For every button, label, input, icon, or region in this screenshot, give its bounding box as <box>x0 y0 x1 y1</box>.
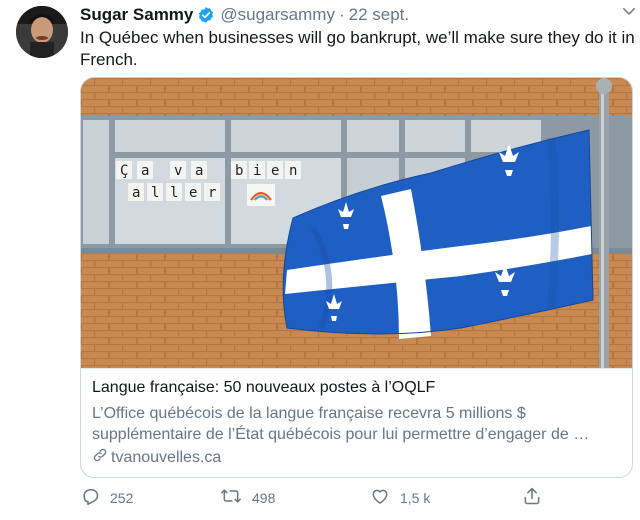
window-letter: n <box>289 163 297 179</box>
avatar-image <box>16 6 68 58</box>
share-icon <box>522 486 552 509</box>
tweet-text: In Québec when businesses will go bankru… <box>80 28 635 69</box>
link-icon <box>92 447 111 468</box>
reply-button[interactable]: 252 <box>80 486 133 509</box>
window-letter: i <box>253 163 261 179</box>
window-letter: e <box>189 185 197 201</box>
card-body: Langue française: 50 nouveaux postes à l… <box>81 368 632 477</box>
user-handle[interactable]: @sugarsammy <box>220 5 335 25</box>
tweet-header: Sugar Sammy @sugarsammy · 22 sept. <box>80 4 630 26</box>
tweet-actions: 252 498 1,5 k <box>80 486 600 512</box>
like-button[interactable]: 1,5 k <box>370 486 430 509</box>
separator-dot: · <box>338 5 345 24</box>
window-letter: b <box>235 163 243 179</box>
card-description: L’Office québécois de la langue français… <box>92 405 590 443</box>
retweet-button[interactable]: 498 <box>220 486 275 509</box>
window-letter: Ç <box>120 163 128 179</box>
window-letter: a <box>132 185 140 201</box>
reply-count: 252 <box>110 489 134 506</box>
window-letter: l <box>170 185 178 201</box>
avatar[interactable] <box>16 6 68 58</box>
card-domain: tvanouvelles.ca <box>92 447 221 468</box>
tweet-date[interactable]: 22 sept. <box>349 5 410 25</box>
window-letter: a <box>141 163 149 179</box>
link-card[interactable]: Ç a v a b i e n a l l e r Langue françai… <box>80 77 633 478</box>
window-letter: e <box>271 163 279 179</box>
retweet-icon <box>220 486 252 509</box>
card-title[interactable]: Langue française: 50 nouveaux postes à l… <box>92 379 435 397</box>
chevron-down-icon[interactable] <box>620 2 638 20</box>
window-letter: l <box>151 185 159 201</box>
window-letter: a <box>195 163 203 179</box>
card-domain-text: tvanouvelles.ca <box>111 448 222 466</box>
display-name[interactable]: Sugar Sammy <box>80 5 193 25</box>
reply-icon <box>80 486 110 509</box>
card-image: Ç a v a b i e n a l l e r <box>81 78 632 368</box>
like-count: 1,5 k <box>400 489 431 506</box>
retweet-count: 498 <box>252 489 276 506</box>
share-button[interactable] <box>522 486 552 509</box>
verified-badge-icon <box>197 6 215 24</box>
window-letter: v <box>174 163 182 179</box>
heart-icon <box>370 486 400 509</box>
window-letter: r <box>208 185 216 201</box>
